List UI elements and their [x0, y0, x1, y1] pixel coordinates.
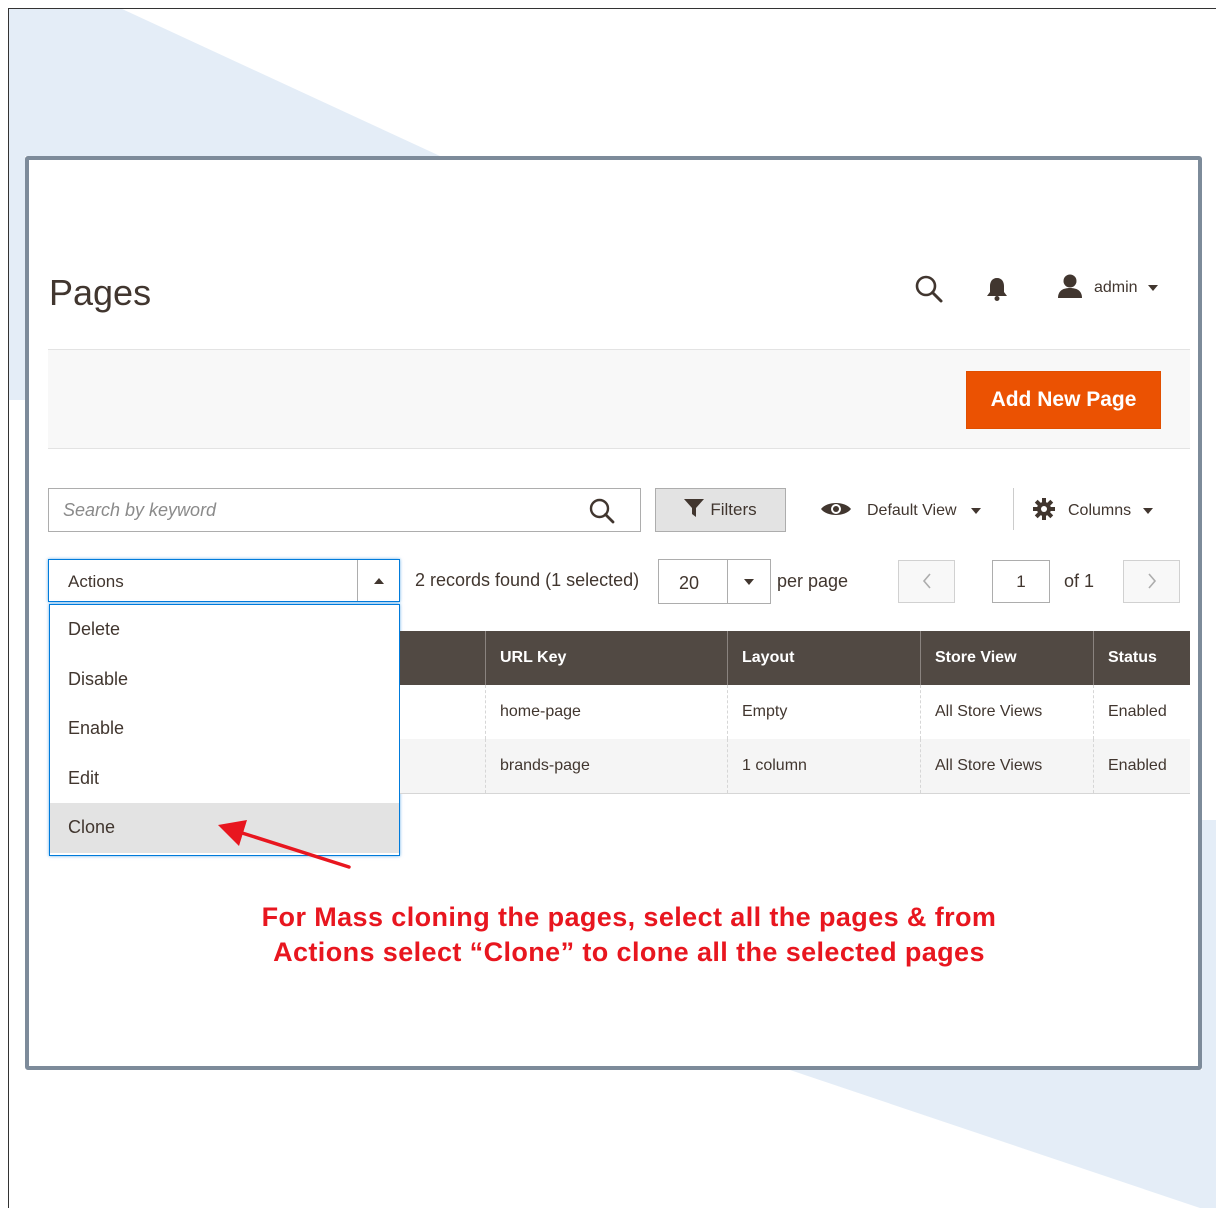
- user-icon: [1056, 273, 1084, 304]
- user-menu[interactable]: admin: [1056, 274, 1158, 302]
- column-header-store-view[interactable]: Store View: [920, 631, 1093, 685]
- keyword-search: [48, 488, 641, 532]
- grid-header: URL Key Layout Store View Status: [400, 631, 1190, 685]
- columns-selector[interactable]: Columns: [1032, 497, 1154, 526]
- chevron-left-icon: [922, 569, 932, 595]
- mass-actions-select[interactable]: Actions: [48, 559, 400, 602]
- table-row[interactable]: brands-page 1 column All Store Views Ena…: [400, 739, 1190, 794]
- chevron-down-icon: [1147, 279, 1158, 297]
- per-page-value: 20: [679, 573, 700, 593]
- page-title: Pages: [49, 272, 152, 313]
- cell-url-key: brands-page: [485, 739, 727, 793]
- chevron-down-icon[interactable]: [727, 560, 770, 603]
- per-page-select[interactable]: 20: [658, 559, 771, 604]
- annotation-arrow: [218, 820, 351, 869]
- filter-icon: [684, 498, 705, 522]
- chevron-up-icon[interactable]: [357, 560, 399, 601]
- previous-page-button[interactable]: [898, 560, 955, 603]
- cell-status: Enabled: [1093, 685, 1190, 739]
- column-header-url-key[interactable]: URL Key: [485, 631, 727, 685]
- next-page-button[interactable]: [1123, 560, 1180, 603]
- cell-layout: 1 column: [727, 739, 920, 793]
- cell-layout: Empty: [727, 685, 920, 739]
- column-header-status[interactable]: Status: [1093, 631, 1190, 685]
- column-header-layout[interactable]: Layout: [727, 631, 920, 685]
- menu-item-edit[interactable]: Edit: [50, 754, 399, 804]
- cell-status: Enabled: [1093, 739, 1190, 793]
- screenshot-frame: Pages admin Add New Page Search by keywo…: [25, 156, 1202, 1070]
- bell-icon[interactable]: [986, 276, 1008, 307]
- chevron-down-icon: [1143, 502, 1154, 520]
- instruction-annotation: For Mass cloning the pages, select all t…: [134, 900, 1124, 970]
- menu-item-delete[interactable]: Delete: [50, 605, 399, 655]
- filters-button[interactable]: Filters: [655, 488, 786, 532]
- add-new-page-button[interactable]: Add New Page: [966, 371, 1161, 429]
- current-page-input[interactable]: 1: [992, 560, 1050, 603]
- search-icon[interactable]: [914, 274, 944, 309]
- menu-item-enable[interactable]: Enable: [50, 704, 399, 754]
- filters-label: Filters: [710, 500, 757, 519]
- view-label: Default View: [867, 502, 957, 519]
- table-row[interactable]: home-page Empty All Store Views Enabled: [400, 685, 1190, 739]
- actions-label: Actions: [68, 572, 124, 591]
- cell-store-view: All Store Views: [920, 685, 1093, 739]
- columns-label: Columns: [1068, 502, 1132, 519]
- records-count: 2 records found (1 selected): [415, 570, 640, 590]
- annotation-line-1: For Mass cloning the pages, select all t…: [261, 902, 997, 932]
- cell-store-view: All Store Views: [920, 739, 1093, 793]
- chevron-right-icon: [1147, 569, 1157, 595]
- toolbar-divider: [1013, 488, 1014, 530]
- annotation-line-2: Actions select “Clone” to clone all the …: [273, 937, 985, 967]
- search-input[interactable]: [49, 489, 597, 531]
- cell-url-key: home-page: [485, 685, 727, 739]
- menu-item-disable[interactable]: Disable: [50, 655, 399, 705]
- eye-icon: [819, 500, 853, 523]
- gear-icon: [1032, 497, 1056, 526]
- per-page-label: per page: [777, 571, 849, 591]
- chevron-down-icon: [970, 502, 981, 520]
- view-selector[interactable]: Default View: [819, 498, 981, 524]
- search-submit-icon[interactable]: [588, 497, 616, 530]
- user-name: admin: [1094, 279, 1138, 296]
- page-total: of 1: [1064, 571, 1095, 591]
